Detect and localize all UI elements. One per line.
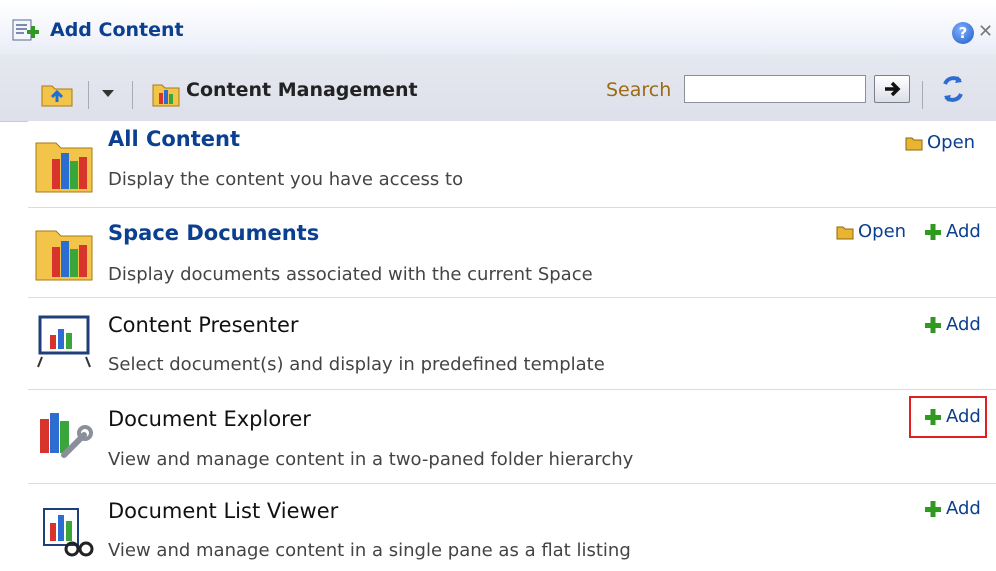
dialog-title: Add Content xyxy=(50,19,184,41)
search-label: Search xyxy=(606,79,672,101)
chart-glasses-icon xyxy=(43,508,94,557)
list-item: Document List Viewer View and manage con… xyxy=(28,483,996,571)
dialog-titlebar: Add Content xyxy=(0,0,996,55)
open-label: Open xyxy=(927,132,976,153)
list-item: Content Presenter Select document(s) and… xyxy=(28,297,996,390)
breadcrumb-location[interactable]: Content Management xyxy=(186,79,418,101)
toolbar-separator xyxy=(132,81,133,109)
highlight-box xyxy=(909,396,987,438)
search-go-button[interactable] xyxy=(874,75,910,103)
open-folder-icon xyxy=(836,226,854,239)
chevron-down-icon[interactable] xyxy=(102,90,114,97)
toolbar-separator xyxy=(88,81,89,109)
item-name[interactable]: Content Presenter xyxy=(108,313,299,337)
toolbar-separator xyxy=(922,81,923,109)
add-plus-icon xyxy=(925,316,941,333)
item-name[interactable]: Document Explorer xyxy=(108,407,311,431)
item-name[interactable]: Space Documents xyxy=(108,221,319,245)
list-item: All Content Display the content you have… xyxy=(28,121,996,208)
content-management-icon xyxy=(152,84,180,107)
item-description: Display the content you have access to xyxy=(108,169,464,190)
search-input[interactable] xyxy=(684,75,866,103)
content-list: All Content Display the content you have… xyxy=(28,121,996,571)
item-description: View and manage content in a single pane… xyxy=(108,540,631,561)
refresh-icon[interactable] xyxy=(938,74,968,104)
arrow-right-icon xyxy=(885,81,901,97)
library-folder-icon xyxy=(35,142,93,193)
add-action[interactable]: Add xyxy=(924,314,981,335)
help-icon[interactable]: ? xyxy=(952,22,974,44)
item-description: Select document(s) and display in predef… xyxy=(108,354,605,375)
library-folder-icon xyxy=(35,230,93,281)
item-description: View and manage content in a two-paned f… xyxy=(108,449,634,470)
open-label: Open xyxy=(858,221,907,242)
open-action[interactable]: Open xyxy=(836,221,906,242)
add-label: Add xyxy=(946,221,981,242)
presentation-board-icon xyxy=(37,315,91,368)
add-label: Add xyxy=(946,314,981,335)
item-name[interactable]: Document List Viewer xyxy=(108,499,338,523)
folder-up-icon[interactable] xyxy=(40,80,74,108)
open-folder-icon xyxy=(905,137,923,150)
item-description: Display documents associated with the cu… xyxy=(108,264,593,285)
item-name[interactable]: All Content xyxy=(108,127,240,151)
add-plus-icon xyxy=(925,223,941,240)
add-action[interactable]: Add xyxy=(924,498,981,519)
list-item: Document Explorer View and manage conten… xyxy=(28,389,996,484)
open-action[interactable]: Open xyxy=(905,132,975,153)
books-wrench-icon xyxy=(40,413,93,458)
add-action[interactable]: Add xyxy=(924,221,981,242)
add-label: Add xyxy=(946,498,981,519)
add-content-icon xyxy=(12,19,39,41)
close-icon[interactable]: ✕ xyxy=(978,22,996,42)
add-plus-icon xyxy=(925,500,941,517)
